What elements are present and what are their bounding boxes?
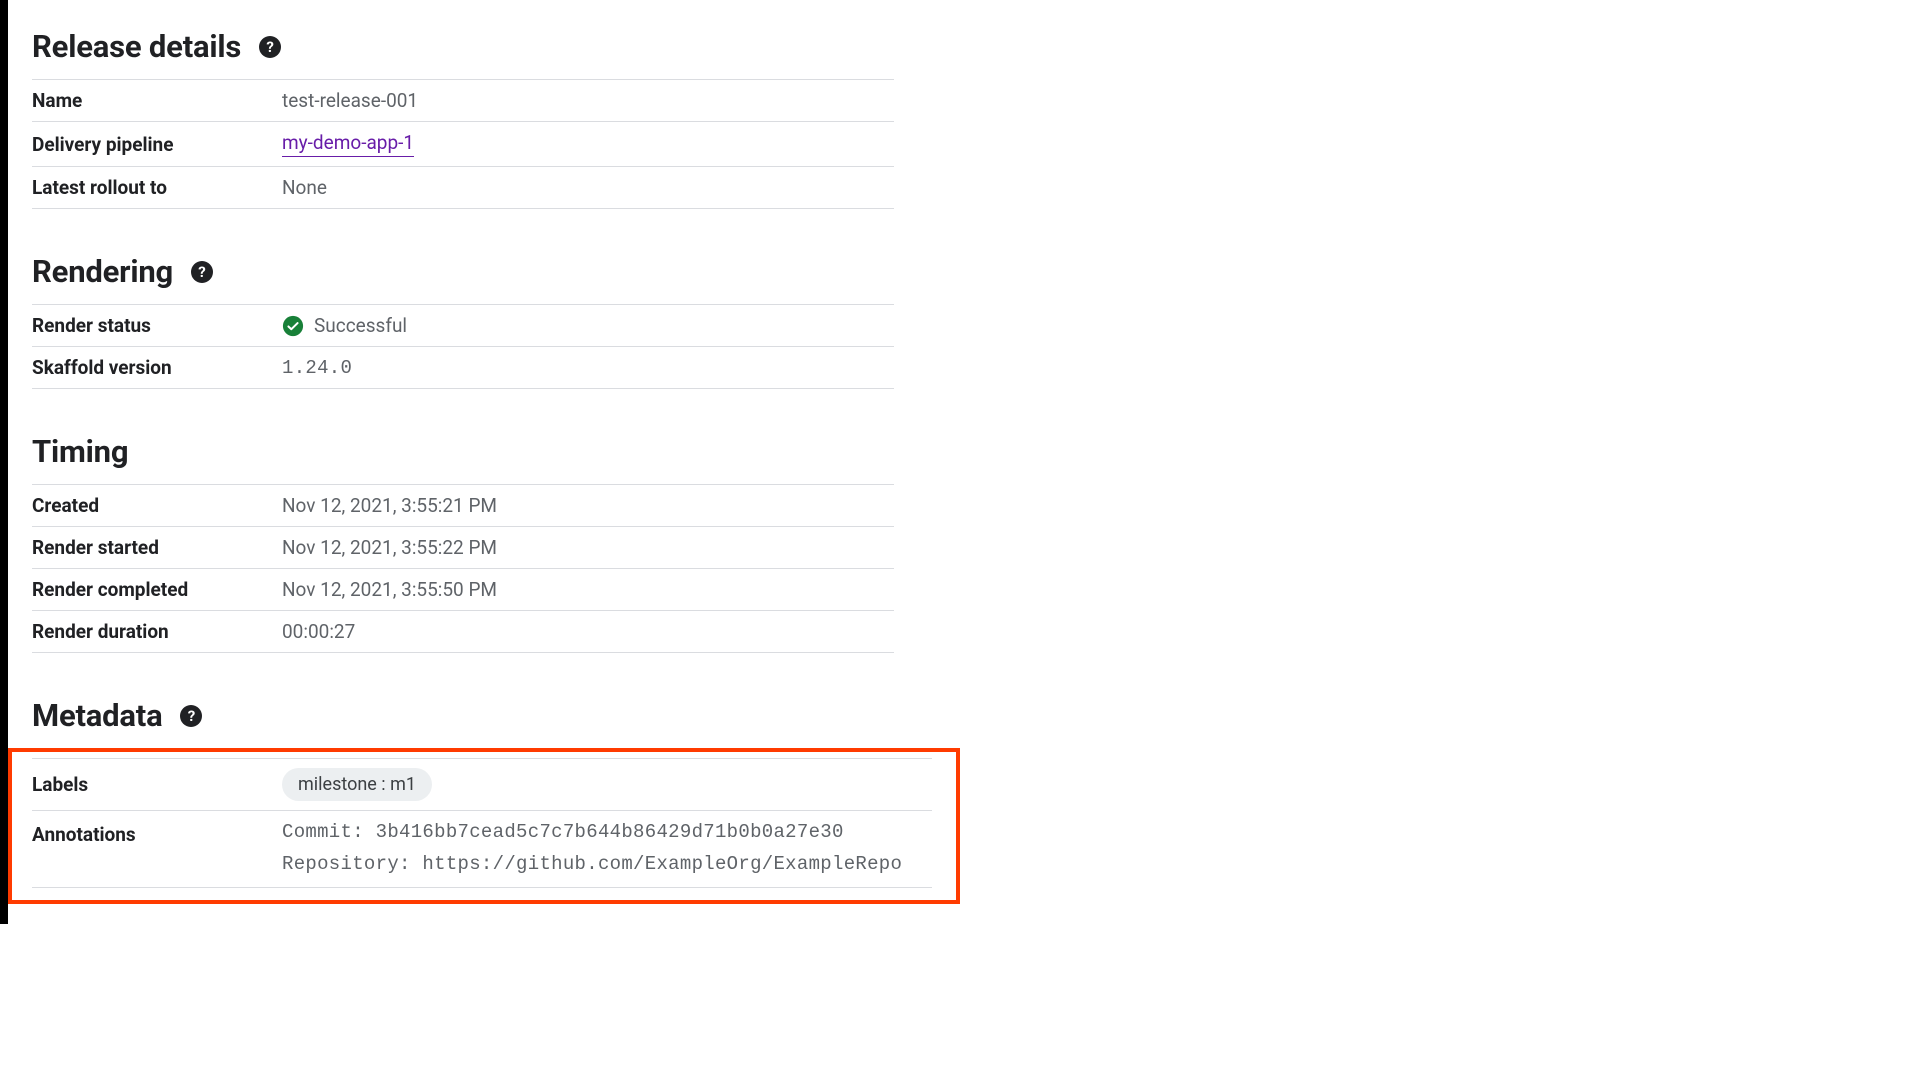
help-icon[interactable]: ? <box>180 705 202 727</box>
latest-rollout-label: Latest rollout to <box>32 176 282 199</box>
annotation-commit: Commit: 3b416bb7cead5c7c7b644b86429d71b0… <box>282 821 902 843</box>
annotations-row: Annotations Commit: 3b416bb7cead5c7c7b64… <box>32 810 932 888</box>
release-details-title: Release details <box>32 28 241 65</box>
skaffold-version-value: 1.24.0 <box>282 357 352 379</box>
render-status-row: Render status Successful <box>32 304 894 346</box>
created-value: Nov 12, 2021, 3:55:21 PM <box>282 494 497 517</box>
latest-rollout-value: None <box>282 176 327 199</box>
render-duration-row: Render duration 00:00:27 <box>32 610 894 653</box>
labels-label: Labels <box>32 773 282 796</box>
render-completed-label: Render completed <box>32 578 282 601</box>
labels-row: Labels milestone : m1 <box>32 758 932 810</box>
render-started-label: Render started <box>32 536 282 559</box>
rendering-section: Rendering ? Render status Successful Ska… <box>32 253 894 389</box>
render-duration-value: 00:00:27 <box>282 620 355 643</box>
help-icon[interactable]: ? <box>191 261 213 283</box>
created-label: Created <box>32 494 282 517</box>
success-check-icon <box>282 315 304 337</box>
release-details-section: Release details ? Name test-release-001 … <box>32 28 894 209</box>
delivery-pipeline-link[interactable]: my-demo-app-1 <box>282 131 414 157</box>
skaffold-version-label: Skaffold version <box>32 356 282 379</box>
render-duration-label: Render duration <box>32 620 282 643</box>
skaffold-version-row: Skaffold version 1.24.0 <box>32 346 894 389</box>
render-started-row: Render started Nov 12, 2021, 3:55:22 PM <box>32 526 894 568</box>
annotations-label: Annotations <box>32 821 282 875</box>
label-chip: milestone : m1 <box>282 768 432 801</box>
metadata-title: Metadata <box>32 697 162 734</box>
metadata-section: Metadata ? Labels milestone : m1 Annotat… <box>32 697 894 904</box>
render-status-label: Render status <box>32 314 282 337</box>
render-started-value: Nov 12, 2021, 3:55:22 PM <box>282 536 497 559</box>
latest-rollout-row: Latest rollout to None <box>32 166 894 209</box>
metadata-highlight-box: Labels milestone : m1 Annotations Commit… <box>8 748 960 904</box>
annotation-repository: Repository: https://github.com/ExampleOr… <box>282 853 902 875</box>
render-status-value: Successful <box>314 314 407 337</box>
timing-section: Timing Created Nov 12, 2021, 3:55:21 PM … <box>32 433 894 653</box>
timing-title: Timing <box>32 433 128 470</box>
render-completed-row: Render completed Nov 12, 2021, 3:55:50 P… <box>32 568 894 610</box>
name-row: Name test-release-001 <box>32 79 894 121</box>
render-completed-value: Nov 12, 2021, 3:55:50 PM <box>282 578 497 601</box>
name-value: test-release-001 <box>282 89 418 112</box>
created-row: Created Nov 12, 2021, 3:55:21 PM <box>32 484 894 526</box>
help-icon[interactable]: ? <box>259 36 281 58</box>
delivery-pipeline-row: Delivery pipeline my-demo-app-1 <box>32 121 894 166</box>
name-label: Name <box>32 89 282 112</box>
rendering-title: Rendering <box>32 253 173 290</box>
delivery-pipeline-label: Delivery pipeline <box>32 133 282 156</box>
